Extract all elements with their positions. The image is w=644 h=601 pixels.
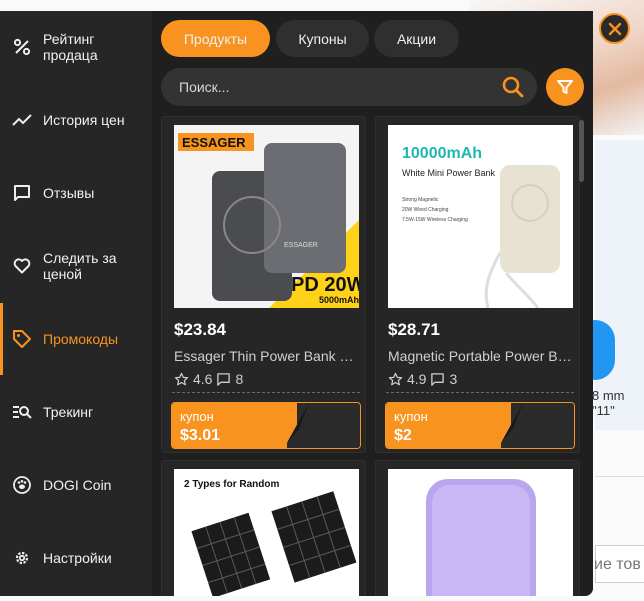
divider: [386, 392, 574, 393]
product-rating: 4.9: [407, 371, 427, 387]
coupon-value: $2: [394, 427, 412, 444]
product-image[interactable]: 2 Types for Random: [174, 469, 359, 596]
sidebar-item-promocodes[interactable]: Промокоды: [0, 303, 152, 375]
background-card: [595, 140, 644, 430]
close-button[interactable]: [599, 13, 630, 44]
percent-icon: [12, 37, 32, 57]
product-image-brand: ESSAGER: [182, 135, 246, 150]
product-price: $23.84: [174, 320, 226, 339]
sidebar-item-label: История цен: [43, 112, 125, 128]
star-icon: [388, 372, 403, 385]
tab-promotions[interactable]: Акции: [374, 20, 459, 57]
coupon-peel-graphic: [287, 403, 360, 448]
product-card[interactable]: [375, 460, 580, 596]
product-card[interactable]: ESSAGER ESSAGER PD 20W 5000mAh $23.84 Es…: [161, 116, 366, 453]
search-input[interactable]: [179, 68, 499, 106]
sidebar-item-settings[interactable]: Настройки: [0, 522, 152, 594]
extension-panel: Рейтинг продаца История цен Отзывы Следи…: [0, 11, 593, 596]
sidebar-item-reviews[interactable]: Отзывы: [0, 157, 152, 229]
product-image-graphic: ESSAGER ESSAGER PD 20W 5000mAh: [174, 125, 359, 308]
trend-line-icon: [12, 110, 32, 130]
product-image-feature: 20W Wired Charging: [402, 207, 449, 213]
sidebar-item-dogi-coin[interactable]: DOGI Coin: [0, 449, 152, 521]
product-image-subhead: White Mini Power Bank: [402, 168, 496, 178]
close-icon: [608, 22, 621, 35]
svg-text:ESSAGER: ESSAGER: [284, 242, 318, 249]
product-image-feature: Strong Magnetic: [402, 197, 439, 203]
search-bar: [161, 68, 537, 106]
product-image-graphic: 2 Types for Random: [174, 469, 359, 596]
comment-icon: [217, 372, 231, 386]
product-card[interactable]: 10000mAh White Mini Power Bank Strong Ma…: [375, 116, 580, 453]
product-image[interactable]: ESSAGER ESSAGER PD 20W 5000mAh: [174, 125, 359, 308]
product-rating: 4.6: [193, 371, 213, 387]
product-title[interactable]: Essager Thin Power Bank 5000mAh: [174, 348, 359, 364]
divider: [172, 392, 360, 393]
gear-icon: [12, 548, 32, 568]
product-image-headline: 10000mAh: [402, 145, 482, 162]
product-card[interactable]: 2 Types for Random: [161, 460, 366, 596]
sidebar-item-label: Настройки: [43, 550, 112, 566]
product-image-headline: 2 Types for Random: [184, 479, 279, 490]
heart-icon: [12, 256, 32, 276]
comment-icon: [12, 183, 32, 203]
sidebar-item-price-history[interactable]: История цен: [0, 84, 152, 156]
scrollbar[interactable]: [579, 120, 584, 182]
product-price: $28.71: [388, 320, 440, 339]
tracking-search-icon: [12, 402, 32, 422]
sidebar-item-label: Трекинг: [43, 404, 94, 420]
product-stats: 4.6 8: [174, 371, 243, 387]
sidebar: Рейтинг продаца История цен Отзывы Следи…: [0, 11, 152, 596]
product-review-count: 3: [449, 371, 458, 387]
background-divider: [595, 476, 644, 477]
product-review-count: 8: [235, 371, 244, 387]
filter-button[interactable]: [546, 68, 584, 106]
sidebar-item-label: DOGI Coin: [43, 477, 112, 493]
sidebar-item-label: Следить за ценой: [43, 250, 117, 282]
background-text: "11": [592, 403, 615, 418]
sidebar-item-track-price[interactable]: Следить за ценой: [0, 230, 152, 302]
coupon-value: $3.01: [180, 427, 221, 444]
coupon-label: купон: [180, 409, 214, 424]
filter-icon: [557, 80, 573, 94]
product-image[interactable]: 10000mAh White Mini Power Bank Strong Ma…: [388, 125, 573, 308]
product-stats: 4.9 3: [388, 371, 457, 387]
coupon-button[interactable]: купон $3.01: [171, 402, 361, 449]
tag-icon: [12, 329, 32, 349]
coupon-button[interactable]: купон $2: [385, 402, 575, 449]
product-image-graphic: 10000mAh White Mini Power Bank Strong Ma…: [388, 125, 573, 308]
background-text: ие тов: [594, 556, 641, 573]
background-text: 8 mm: [592, 388, 625, 403]
sidebar-item-seller-rating[interactable]: Рейтинг продаца: [0, 11, 152, 83]
product-image[interactable]: [388, 469, 573, 596]
sidebar-item-label: Рейтинг продаца: [43, 31, 98, 63]
comment-icon: [431, 372, 445, 386]
tab-products[interactable]: Продукты: [161, 20, 270, 57]
coupon-peel-graphic: [501, 403, 574, 448]
product-title[interactable]: Magnetic Portable Power Bank: [388, 348, 573, 364]
sidebar-item-label: Промокоды: [43, 331, 119, 347]
sidebar-item-tracking[interactable]: Трекинг: [0, 376, 152, 448]
sidebar-item-label: Отзывы: [43, 185, 95, 201]
content-area: Продукты Купоны Акции ESSAGER: [152, 11, 593, 596]
star-icon: [174, 372, 189, 385]
coupon-label: купон: [394, 409, 428, 424]
tab-coupons[interactable]: Купоны: [276, 20, 369, 57]
product-image-feature: 7.5W-15W Wireless Charging: [402, 217, 468, 223]
search-icon[interactable]: [501, 75, 525, 99]
paw-icon: [12, 475, 32, 495]
product-image-badge-small: 5000mAh: [319, 295, 359, 305]
product-image-badge: PD 20W: [291, 274, 359, 296]
product-image-graphic: [388, 469, 573, 596]
